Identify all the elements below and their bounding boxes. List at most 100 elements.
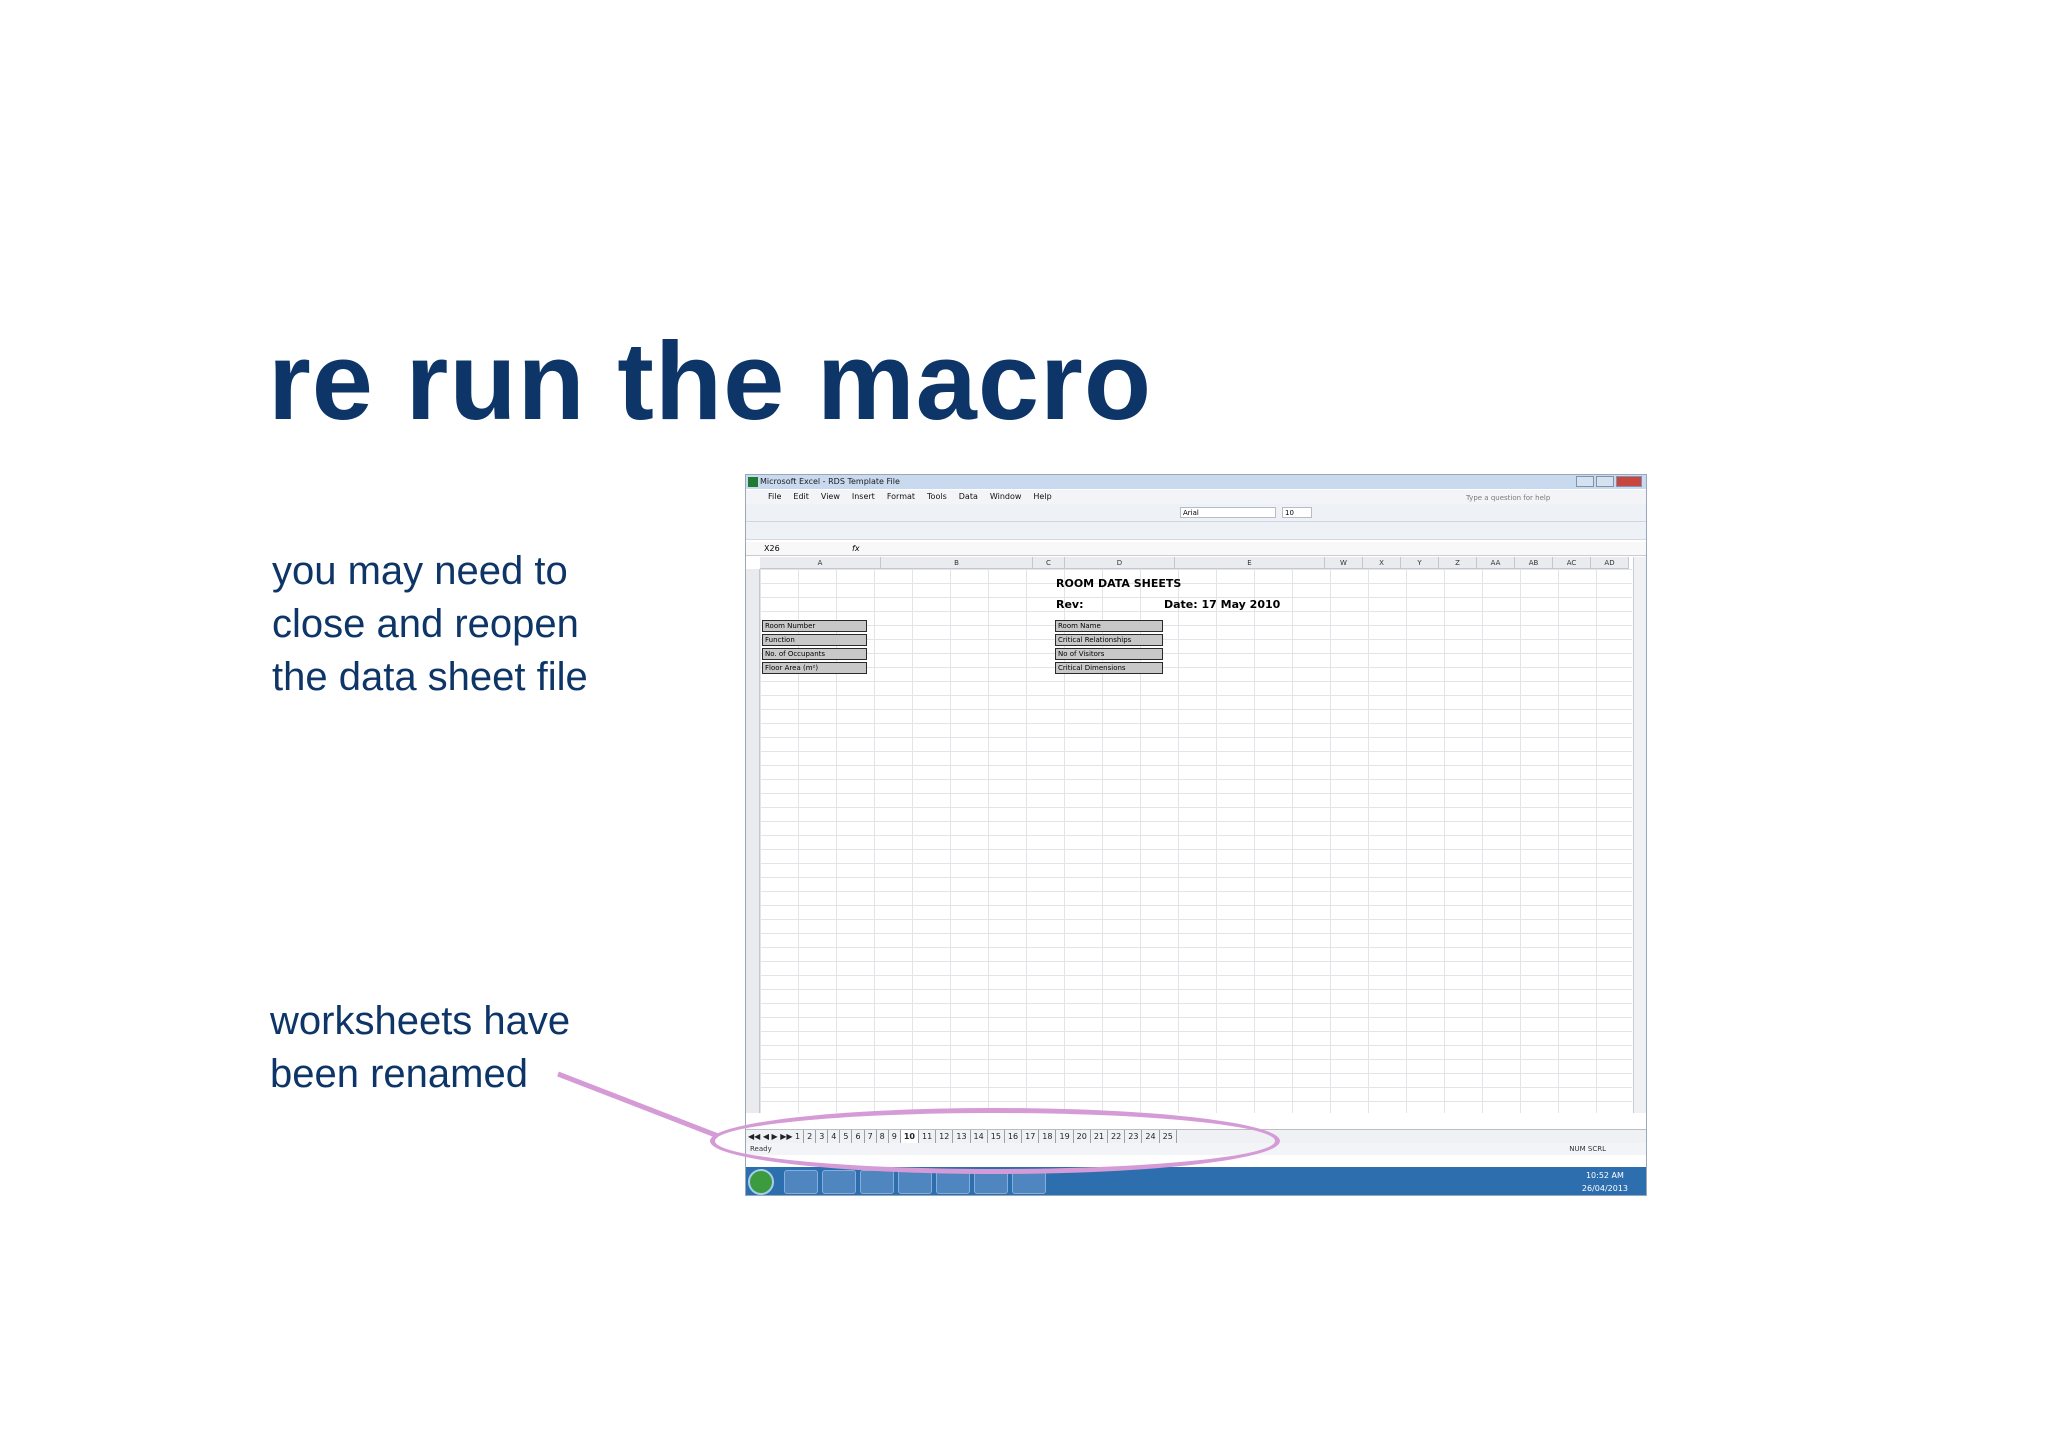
sheet-label-cell: Critical Dimensions	[1055, 662, 1163, 674]
sheet-label-cell: Room Name	[1055, 620, 1163, 632]
sheet-tab[interactable]: 23	[1125, 1130, 1143, 1143]
column-header[interactable]: C	[1033, 557, 1065, 569]
slide-title: re run the macro	[268, 320, 1153, 443]
column-header[interactable]: AA	[1477, 557, 1515, 569]
sheet-tab[interactable]: 1	[792, 1130, 805, 1143]
row-header-column[interactable]	[746, 569, 760, 1113]
formula-bar: X26 fx	[746, 542, 1646, 556]
worksheet-grid[interactable]: A B C D E W X Y Z AA AB AC AD ROOM DATA …	[746, 557, 1646, 1113]
sheet-label-cell: No of Visitors	[1055, 648, 1163, 660]
sheet-label-cell: Function	[762, 634, 867, 646]
caption-line: been renamed	[270, 1052, 528, 1096]
taskbar-app[interactable]	[898, 1170, 932, 1194]
fx-icon: fx	[852, 544, 860, 553]
close-button[interactable]	[1616, 476, 1642, 487]
sheet-tab[interactable]: 15	[988, 1130, 1005, 1143]
column-header[interactable]: AC	[1553, 557, 1591, 569]
taskbar-app-excel[interactable]	[1012, 1170, 1046, 1194]
excel-app-icon	[748, 477, 758, 487]
sheet-tabs: 1 2 3 4 5 6 7 8 9 10 11 12 13 14 15 16 17 18 19 20 21 22 23 24 2…	[792, 1130, 1177, 1143]
sheet-tab[interactable]: 17	[1022, 1130, 1040, 1143]
column-header[interactable]: D	[1065, 557, 1175, 569]
sheet-tab[interactable]: 6	[852, 1130, 865, 1143]
sheet-tab[interactable]: 11	[919, 1130, 937, 1143]
sheet-tab[interactable]: 13	[953, 1130, 971, 1143]
sheet-tab[interactable]: 21	[1091, 1130, 1109, 1143]
excel-title-bar: Microsoft Excel - RDS Template File	[746, 475, 1646, 489]
caption-line: the data sheet file	[272, 655, 588, 699]
sheet-tab[interactable]: 25	[1160, 1130, 1177, 1143]
column-header[interactable]: X	[1363, 557, 1401, 569]
sheet-tab[interactable]: 7	[865, 1130, 877, 1143]
system-clock[interactable]: 10:52 AM 26/04/2013	[1582, 1169, 1628, 1195]
menu-view[interactable]: View	[821, 490, 840, 504]
column-header[interactable]: Y	[1401, 557, 1439, 569]
sheet-tab[interactable]: 22	[1108, 1130, 1126, 1143]
start-button[interactable]	[748, 1169, 774, 1195]
sheet-tab[interactable]: 16	[1005, 1130, 1023, 1143]
column-header[interactable]: E	[1175, 557, 1325, 569]
standard-toolbar: Arial 10	[746, 504, 1646, 522]
caption-line: worksheets have	[270, 999, 571, 1043]
menu-tools[interactable]: Tools	[927, 490, 947, 504]
taskbar-app[interactable]	[860, 1170, 894, 1194]
menu-file[interactable]: File	[768, 490, 781, 504]
sheet-tab[interactable]: 2	[804, 1130, 817, 1143]
font-size-select[interactable]: 10	[1282, 507, 1312, 518]
minimize-button[interactable]	[1576, 476, 1594, 487]
font-name-select[interactable]: Arial	[1180, 507, 1276, 518]
sheet-label-cell: Room Number	[762, 620, 867, 632]
sheet-tab[interactable]: 3	[816, 1130, 829, 1143]
sheet-tab[interactable]: 20	[1074, 1130, 1091, 1143]
cell-grid[interactable]	[760, 569, 1632, 1113]
sheet-tab[interactable]: 8	[877, 1130, 889, 1143]
name-box[interactable]: X26	[764, 543, 824, 555]
sheet-tab[interactable]: 9	[889, 1130, 901, 1143]
sheet-label-cell: No. of Occupants	[762, 648, 867, 660]
status-indicators: NUM SCRL	[1569, 1145, 1606, 1153]
menu-insert[interactable]: Insert	[852, 490, 875, 504]
column-header[interactable]: B	[881, 557, 1033, 569]
caption-line: you may need to	[272, 549, 568, 593]
window-title: Microsoft Excel - RDS Template File	[760, 477, 900, 486]
menu-bar: File Edit View Insert Format Tools Data …	[746, 490, 1646, 504]
sheet-tab[interactable]: 5	[840, 1130, 853, 1143]
sheet-tab[interactable]: 18	[1039, 1130, 1057, 1143]
taskbar-app[interactable]	[822, 1170, 856, 1194]
restore-button[interactable]	[1596, 476, 1614, 487]
sheet-label-cell: Critical Relationships	[1055, 634, 1163, 646]
taskbar-app[interactable]	[936, 1170, 970, 1194]
column-header[interactable]: Z	[1439, 557, 1477, 569]
column-header[interactable]: W	[1325, 557, 1363, 569]
menu-help[interactable]: Help	[1033, 490, 1051, 504]
clock-time: 10:52 AM	[1585, 1171, 1624, 1180]
menu-edit[interactable]: Edit	[793, 490, 809, 504]
menu-format[interactable]: Format	[887, 490, 915, 504]
status-bar: Ready NUM SCRL	[746, 1143, 1646, 1155]
windows-taskbar: 10:52 AM 26/04/2013	[746, 1167, 1646, 1195]
vertical-scrollbar[interactable]	[1633, 557, 1646, 1113]
menu-window[interactable]: Window	[990, 490, 1022, 504]
help-search-input[interactable]: Type a question for help	[1466, 491, 1586, 503]
caption-close-reopen: you may need to close and reopen the dat…	[272, 545, 588, 704]
sheet-tab[interactable]: 10	[900, 1130, 919, 1143]
sheet-heading: ROOM DATA SHEETS	[1056, 577, 1182, 590]
rev-label: Rev:	[1056, 598, 1084, 611]
menu-data[interactable]: Data	[959, 490, 978, 504]
status-ready: Ready	[750, 1145, 772, 1153]
column-header[interactable]: AB	[1515, 557, 1553, 569]
sheet-tab[interactable]: 4	[828, 1130, 841, 1143]
drawing-toolbar	[746, 522, 1646, 540]
taskbar-app[interactable]	[784, 1170, 818, 1194]
taskbar-app[interactable]	[974, 1170, 1008, 1194]
date-label: Date: 17 May 2010	[1164, 598, 1281, 611]
sheet-tab[interactable]: 24	[1142, 1130, 1160, 1143]
sheet-tab[interactable]: 19	[1056, 1130, 1074, 1143]
sheet-tab-bar: ◀◀ ◀ ▶ ▶▶ 1 2 3 4 5 6 7 8 9 10 11 12 13 14 15 16 17 18 19 2…	[746, 1129, 1646, 1143]
sheet-tab[interactable]: 14	[971, 1130, 988, 1143]
caption-worksheets-renamed: worksheets have been renamed	[270, 995, 570, 1101]
sheet-tab[interactable]: 12	[936, 1130, 954, 1143]
column-header[interactable]: A	[760, 557, 881, 569]
tab-scroll-arrows[interactable]: ◀◀ ◀ ▶ ▶▶	[748, 1130, 793, 1143]
column-header[interactable]: AD	[1591, 557, 1629, 569]
